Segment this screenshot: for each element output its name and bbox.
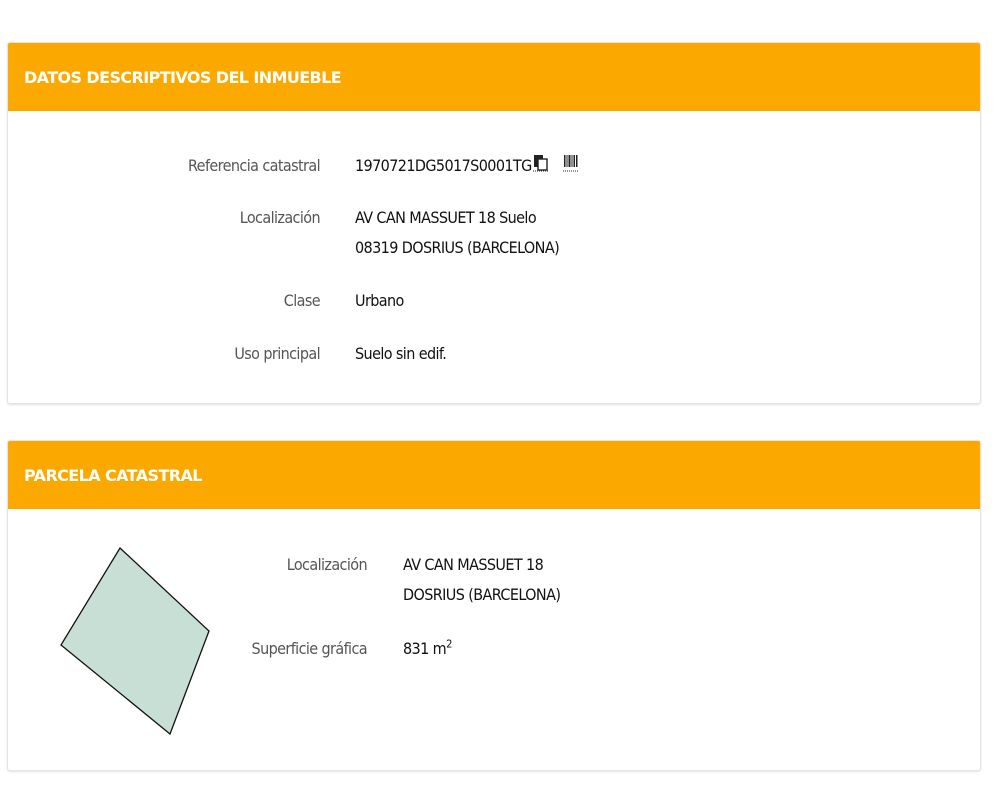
superficie-value-group: 831 m2 <box>403 634 452 664</box>
localizacion-line2: 08319 DOSRIUS (BARCELONA) <box>355 238 560 257</box>
parcela-localizacion-line2: DOSRIUS (BARCELONA) <box>403 585 561 604</box>
barcode-icon[interactable] <box>562 152 579 182</box>
localizacion-label: Localización <box>239 208 321 227</box>
copy-document-icon[interactable] <box>532 152 549 182</box>
referencia-value-group: 1970721DG5017S0001TG <box>355 151 579 182</box>
superficie-unit-exponent: 2 <box>446 637 452 651</box>
parcela-catastral-header: PARCELA CATASTRAL <box>8 441 980 509</box>
uso-label: Uso principal <box>234 344 320 363</box>
superficie-value: 831 m <box>403 639 447 658</box>
parcel-polygon[interactable] <box>60 546 210 736</box>
parcela-localizacion-label: Localización <box>286 555 368 574</box>
datos-descriptivos-header: DATOS DESCRIPTIVOS DEL INMUEBLE <box>8 43 980 111</box>
datos-descriptivos-panel: DATOS DESCRIPTIVOS DEL INMUEBLE Referenc… <box>7 42 981 404</box>
clase-value: Urbano <box>355 291 404 310</box>
superficie-label: Superficie gráfica <box>251 639 368 658</box>
parcela-catastral-title: PARCELA CATASTRAL <box>24 465 202 485</box>
datos-descriptivos-title: DATOS DESCRIPTIVOS DEL INMUEBLE <box>24 67 342 87</box>
parcela-catastral-panel: PARCELA CATASTRAL Localización AV CAN MA… <box>7 440 981 771</box>
referencia-value[interactable]: 1970721DG5017S0001TG <box>355 156 532 175</box>
clase-label: Clase <box>283 291 321 310</box>
localizacion-line1: AV CAN MASSUET 18 Suelo <box>355 208 537 227</box>
parcela-localizacion-line1: AV CAN MASSUET 18 <box>403 555 544 574</box>
referencia-label: Referencia catastral <box>188 156 321 175</box>
parcel-map-drawing[interactable] <box>58 545 213 739</box>
uso-value: Suelo sin edif. <box>355 344 447 363</box>
